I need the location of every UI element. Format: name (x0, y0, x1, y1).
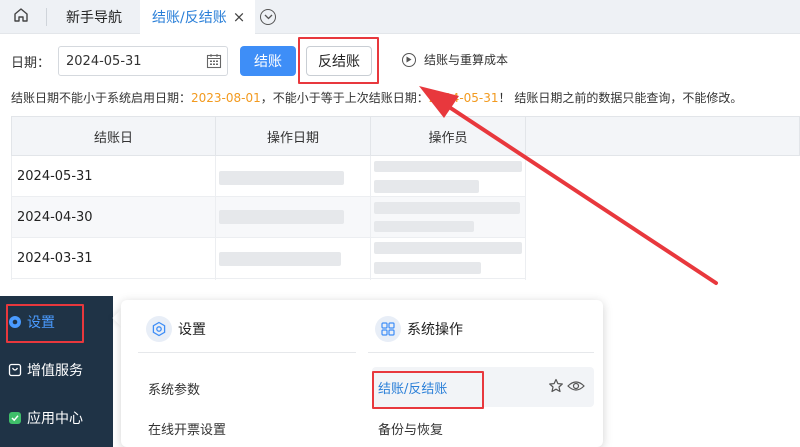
reverse-close-button[interactable]: 反结账 (306, 46, 372, 76)
nav-item-settings[interactable]: 设置 (0, 300, 113, 344)
chevron-down-circle-icon[interactable] (260, 9, 276, 25)
close-date-cell: 2024-04-30 (17, 210, 93, 225)
popup-col-settings-title: 设置 (146, 316, 206, 342)
tab-beginner-guide[interactable]: 新手导航 (66, 0, 122, 34)
close-icon[interactable]: × (233, 9, 246, 25)
enable-date: 2023-08-01 (191, 91, 261, 105)
last-close-date: 2024-05-31 (428, 91, 499, 105)
eye-icon[interactable] (567, 379, 585, 397)
play-circle-icon (402, 52, 416, 67)
table-row[interactable]: 2024-04-30 (11, 197, 526, 238)
close-date-cell: 2024-05-31 (17, 169, 93, 184)
shield-check-icon (8, 411, 22, 425)
nav-item-app-center[interactable]: 应用中心 (0, 396, 113, 440)
close-date-notice: 结账日期不能小于系统启用日期：2023-08-01，不能小于等于上次结账日期：2… (11, 89, 742, 106)
redacted-cell (374, 161, 522, 172)
table-border (11, 156, 12, 280)
tab-bar: 新手导航 结账/反结账 × (0, 0, 800, 34)
date-field[interactable]: 2024-05-31 (58, 46, 228, 76)
redacted-cell (219, 210, 344, 224)
close-date-cell: 2024-03-31 (17, 251, 93, 266)
popup-col-title-label: 系统操作 (407, 322, 463, 338)
redacted-cell (374, 262, 481, 274)
table-border (525, 156, 526, 280)
tab-separator (46, 8, 47, 26)
tab-label: 结账/反结账 (152, 10, 227, 26)
tab-close-accounts[interactable]: 结账/反结账 × (140, 0, 256, 34)
gift-icon (8, 363, 22, 377)
date-value: 2024-05-31 (66, 53, 142, 69)
nav-label: 应用中心 (27, 411, 83, 427)
recalc-cost-link[interactable]: 结账与重算成本 (402, 51, 508, 68)
recalc-cost-label: 结账与重算成本 (424, 53, 509, 67)
column-header: 结账日 (12, 117, 216, 155)
home-button[interactable] (8, 6, 34, 28)
star-icon[interactable] (548, 378, 564, 398)
close-accounts-button[interactable]: 结账 (240, 46, 296, 76)
popup-divider (368, 352, 594, 353)
notice-text-3: ！ 结账日期之前的数据只能查询，不能修改。 (498, 91, 743, 105)
nav-label: 设置 (27, 315, 55, 331)
menu-item-system-params[interactable]: 系统参数 (148, 379, 200, 398)
column-header: 操作员 (371, 117, 526, 155)
table-row[interactable]: 2024-03-31 (11, 238, 526, 279)
home-icon (13, 7, 29, 27)
table-border (370, 156, 371, 280)
column-header: 操作日期 (216, 117, 371, 155)
table-border (215, 156, 216, 280)
menu-item-invoice-settings[interactable]: 在线开票设置 (148, 419, 226, 438)
calendar-icon[interactable] (206, 53, 222, 73)
redacted-cell (219, 171, 344, 185)
menu-item-close-accounts[interactable]: 结账/反结账 (378, 378, 447, 397)
grid-icon (375, 316, 401, 342)
tab-label: 新手导航 (66, 10, 122, 26)
table-row[interactable]: 2024-05-31 (11, 156, 526, 197)
popup-divider (138, 352, 356, 353)
redacted-cell (219, 252, 341, 266)
redacted-cell (374, 242, 522, 254)
popup-col-system-title: 系统操作 (375, 316, 463, 342)
redacted-cell (374, 221, 474, 232)
left-nav: 设置 增值服务 应用中心 (0, 296, 113, 447)
notice-text-2: ，不能小于等于上次结账日期： (260, 91, 429, 105)
gear-icon (146, 316, 172, 342)
popup-col-title-label: 设置 (178, 322, 206, 338)
gear-icon (8, 315, 22, 329)
table-header: 结账日 操作日期 操作员 (11, 116, 800, 156)
menu-item-backup-restore[interactable]: 备份与恢复 (378, 419, 443, 438)
notice-text-1: 结账日期不能小于系统启用日期： (11, 91, 192, 105)
date-label: 日期： (11, 56, 51, 71)
redacted-cell (374, 180, 479, 193)
nav-item-value-added[interactable]: 增值服务 (0, 348, 113, 392)
nav-label: 增值服务 (27, 363, 83, 379)
redacted-cell (374, 202, 520, 214)
